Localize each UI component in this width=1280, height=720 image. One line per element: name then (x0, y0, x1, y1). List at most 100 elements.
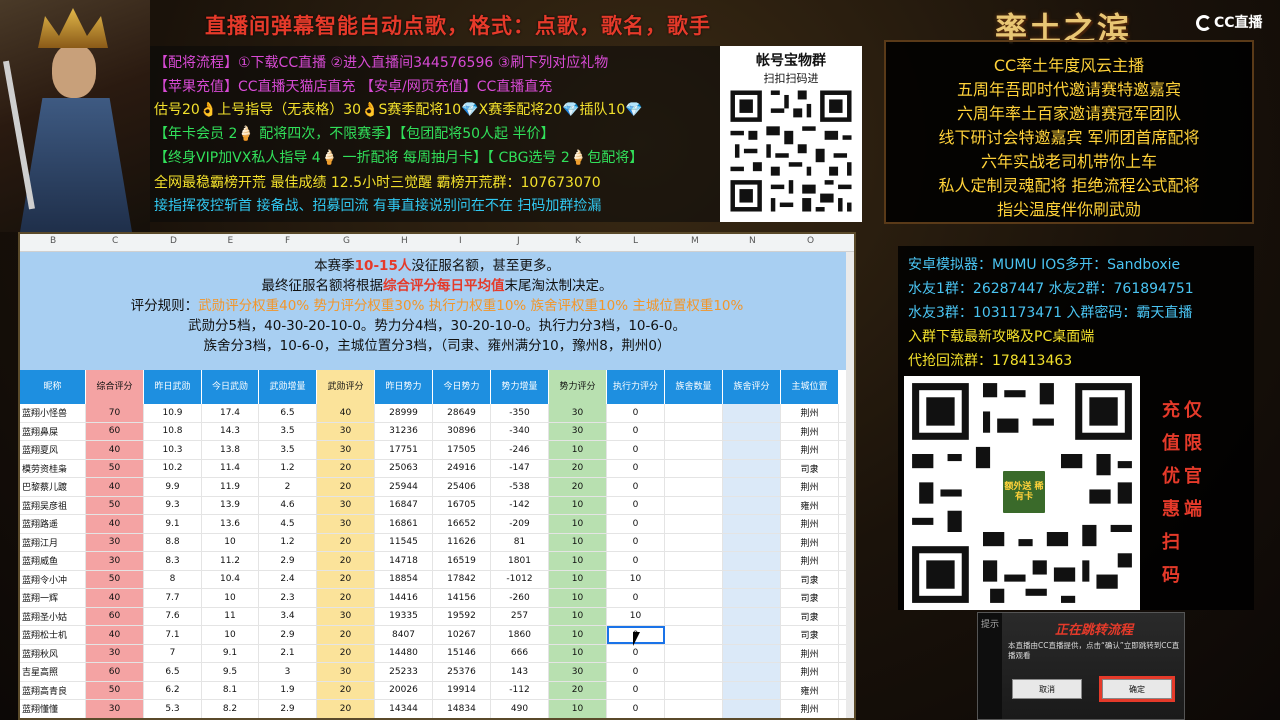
table-cell[interactable]: 30896 (433, 422, 491, 440)
table-cell[interactable]: 0 (607, 533, 665, 551)
table-cell[interactable]: -142 (491, 496, 549, 514)
table-cell[interactable]: 20 (317, 533, 375, 551)
table-cell[interactable]: 30 (86, 700, 144, 718)
table-cell[interactable]: 20 (549, 478, 607, 496)
table-cell[interactable]: 9.5 (202, 663, 259, 681)
table-cell[interactable]: 30 (317, 422, 375, 440)
table-cell[interactable]: 70 (86, 404, 144, 422)
table-cell[interactable]: 荆州 (781, 533, 839, 551)
table-cell[interactable]: 10.2 (144, 459, 202, 477)
table-cell[interactable] (723, 533, 781, 551)
table-cell[interactable]: 蓝翔高青良 (20, 681, 86, 699)
table-cell[interactable]: 2.3 (259, 589, 317, 607)
table-cell[interactable]: 60 (86, 422, 144, 440)
table-cell[interactable]: -538 (491, 478, 549, 496)
table-cell[interactable]: 雍州 (781, 681, 839, 699)
table-cell[interactable]: 14834 (433, 700, 491, 718)
table-cell[interactable]: 4.5 (259, 515, 317, 533)
table-cell[interactable]: 50 (86, 570, 144, 588)
table-cell[interactable]: 3.5 (259, 441, 317, 459)
table-cell[interactable]: 16519 (433, 552, 491, 570)
table-cell[interactable] (723, 404, 781, 422)
table-cell[interactable] (723, 589, 781, 607)
table-cell[interactable]: 蓝翔江月 (20, 533, 86, 551)
table-cell[interactable]: 30 (317, 607, 375, 625)
table-cell[interactable]: 0 (607, 681, 665, 699)
table-cell[interactable] (665, 404, 723, 422)
table-cell[interactable] (665, 496, 723, 514)
table-cell[interactable]: 19914 (433, 681, 491, 699)
table-row[interactable]: 蓝翔秋风 30 7 9.1 2.1 20 14480 15146 666 10 0 荆州 (20, 644, 854, 663)
table-cell[interactable]: 60 (86, 607, 144, 625)
table-row[interactable]: 蓝翔小怪兽 70 10.9 17.4 6.5 40 28999 28649 -350 30 0 荆州 (20, 404, 854, 423)
table-cell[interactable]: 16705 (433, 496, 491, 514)
table-cell[interactable]: 40 (317, 404, 375, 422)
table-cell[interactable]: 40 (86, 589, 144, 607)
table-cell[interactable]: 0 (607, 422, 665, 440)
table-cell[interactable]: 20 (317, 570, 375, 588)
table-cell[interactable]: 2.9 (259, 552, 317, 570)
table-cell[interactable]: 0 (607, 496, 665, 514)
column-header[interactable]: 执行力评分 (607, 370, 665, 404)
table-row[interactable]: 蓝翔圣小姑 60 7.6 11 3.4 30 19335 19592 257 10 10 司隶 (20, 607, 854, 626)
table-cell[interactable]: 30 (86, 552, 144, 570)
table-cell[interactable] (665, 663, 723, 681)
vertical-scrollbar[interactable] (846, 252, 854, 718)
column-letter[interactable]: M (691, 236, 699, 246)
table-cell[interactable]: 10.4 (202, 570, 259, 588)
table-cell[interactable]: 40 (86, 478, 144, 496)
table-cell[interactable]: 10 (549, 515, 607, 533)
table-cell[interactable] (665, 607, 723, 625)
table-cell[interactable]: 10 (549, 626, 607, 644)
table-cell[interactable]: 0 (607, 515, 665, 533)
table-cell[interactable]: 490 (491, 700, 549, 718)
table-cell[interactable] (665, 533, 723, 551)
table-cell[interactable]: 10 (549, 570, 607, 588)
table-cell[interactable]: 13.6 (202, 515, 259, 533)
table-cell[interactable]: 10.8 (144, 422, 202, 440)
table-cell[interactable]: 1.2 (259, 533, 317, 551)
table-cell[interactable]: 荆州 (781, 515, 839, 533)
table-cell[interactable]: 蓝翔令小冲 (20, 570, 86, 588)
table-cell[interactable]: 0 (607, 644, 665, 662)
table-row[interactable]: 模劳资桂枭 50 10.2 11.4 1.2 20 25063 24916 -147 20 0 司隶 (20, 459, 854, 478)
table-cell[interactable]: -147 (491, 459, 549, 477)
table-cell[interactable]: 5.3 (144, 700, 202, 718)
table-cell[interactable]: 10267 (433, 626, 491, 644)
table-cell[interactable]: 50 (86, 496, 144, 514)
table-cell[interactable]: 20 (317, 552, 375, 570)
table-cell[interactable]: 14156 (433, 589, 491, 607)
table-cell[interactable]: 30 (86, 644, 144, 662)
table-row[interactable]: 蓝翔路遥 40 9.1 13.6 4.5 30 16861 16652 -209 10 0 荆州 (20, 515, 854, 534)
table-cell[interactable]: 蓝翔路遥 (20, 515, 86, 533)
table-cell[interactable]: 81 (491, 533, 549, 551)
table-cell[interactable]: 0 (607, 459, 665, 477)
table-cell[interactable]: 蓝翔威鱼 (20, 552, 86, 570)
column-letter[interactable]: N (749, 236, 756, 246)
table-cell[interactable]: 11.2 (202, 552, 259, 570)
table-cell[interactable]: 9.1 (144, 515, 202, 533)
table-cell[interactable]: -246 (491, 441, 549, 459)
column-letter[interactable]: J (517, 236, 520, 246)
table-cell[interactable]: 10 (607, 607, 665, 625)
table-cell[interactable]: 8.8 (144, 533, 202, 551)
table-cell[interactable]: 11 (202, 607, 259, 625)
table-cell[interactable]: 25406 (433, 478, 491, 496)
table-row[interactable]: 巴黎蔡儿踱 40 9.9 11.9 2 20 25944 25406 -538 20 0 荆州 (20, 478, 854, 497)
table-cell[interactable]: 20 (549, 459, 607, 477)
table-cell[interactable]: 8407 (375, 626, 433, 644)
column-header[interactable]: 昨日武勋 (144, 370, 202, 404)
table-cell[interactable]: 20 (317, 644, 375, 662)
column-letter[interactable]: I (459, 236, 462, 246)
table-cell[interactable]: 10.9 (144, 404, 202, 422)
column-header[interactable]: 族舍数量 (665, 370, 723, 404)
table-row[interactable]: 吉星高照 60 6.5 9.5 3 30 25233 25376 143 30 0 荆州 (20, 663, 854, 682)
column-letter[interactable]: C (112, 236, 118, 246)
table-row[interactable]: 蓝翔江月 30 8.8 10 1.2 20 11545 11626 81 10 0 荆州 (20, 533, 854, 552)
spreadsheet[interactable]: B C D E F G H I J K L M N O 本赛季10-15人没征服名额，甚至更多。 最终征服… (18, 232, 856, 720)
table-cell[interactable]: 荆州 (781, 644, 839, 662)
table-cell[interactable]: 10 (202, 589, 259, 607)
table-cell[interactable]: 9.9 (144, 478, 202, 496)
table-cell[interactable] (665, 515, 723, 533)
table-cell[interactable]: 7 (144, 644, 202, 662)
